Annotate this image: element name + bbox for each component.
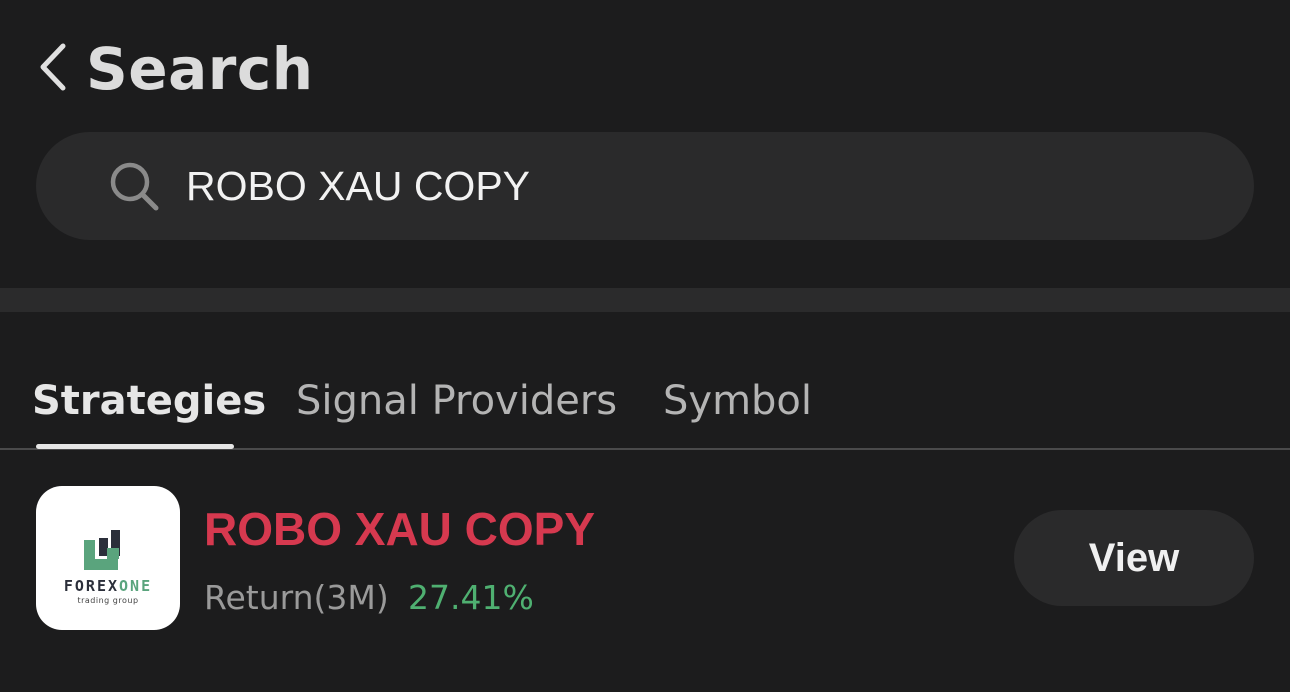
back-button[interactable] [30,38,74,96]
logo-wordmark: FOREXONE [63,577,153,595]
view-button[interactable]: View [1014,510,1254,606]
page-title: Search [86,35,314,103]
tab-symbol[interactable]: Symbol [663,378,812,424]
chevron-left-icon [40,43,66,91]
return-label: Return(3M) [204,578,389,617]
return-value: 27.41% [408,578,534,617]
active-tab-indicator [36,444,234,449]
search-icon [110,162,159,211]
result-tabs: Strategies Signal Providers Symbol [0,360,1290,450]
search-input[interactable] [186,132,1186,240]
search-bar[interactable] [36,132,1254,240]
list-item[interactable]: FOREXONE trading group ROBO XAU COPY Ret… [0,470,1290,650]
strategy-name[interactable]: ROBO XAU COPY [204,504,595,554]
forexone-logo-icon [84,530,120,570]
logo-tagline: trading group [77,596,139,605]
top-bar: Search [0,0,1290,140]
tab-strategies[interactable]: Strategies [32,378,266,424]
section-divider [0,288,1290,312]
tab-signal-providers[interactable]: Signal Providers [296,378,617,424]
avatar: FOREXONE trading group [36,486,180,630]
